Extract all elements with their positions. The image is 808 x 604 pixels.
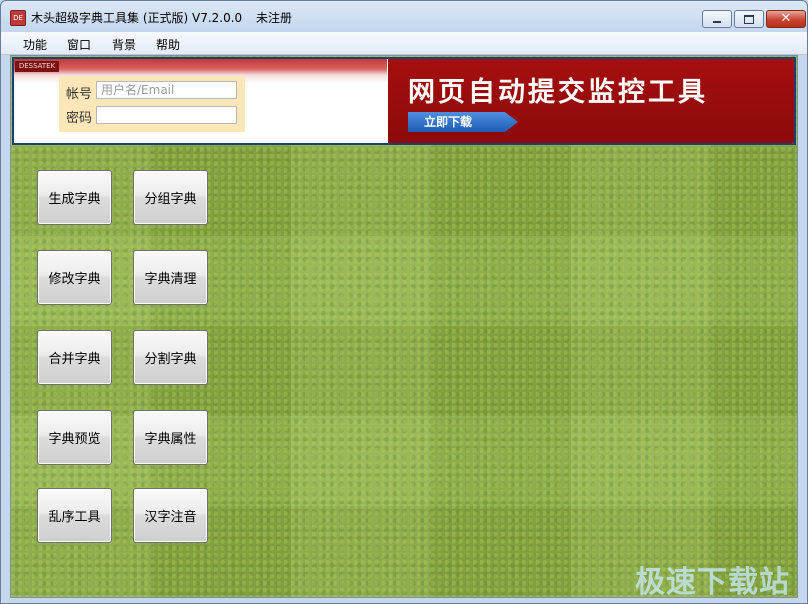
menu-background[interactable]: 背景 [112,36,136,53]
app-icon[interactable]: DE [10,10,26,26]
window-title: 木头超级字典工具集 (正式版) V7.2.0.0 [31,11,243,25]
ad-title: 网页自动提交监控工具 [408,77,708,108]
menu-window[interactable]: 窗口 [67,36,91,53]
password-label: 密码 [66,111,93,126]
group-dictionary-button[interactable]: 分组字典 [133,170,208,225]
registration-status: 未注册 [256,11,293,25]
pinyin-annotation-button[interactable]: 汉字注音 [133,488,208,543]
app-window: DE 木头超级字典工具集 (正式版) V7.2.0.0 未注册 ✕ 功能 窗口 … [0,0,808,604]
maximize-icon [744,14,754,24]
account-input[interactable] [96,81,237,99]
menu-help[interactable]: 帮助 [156,36,180,53]
ad-panel[interactable]: 网页自动提交监控工具 立即下载 [388,59,794,143]
site-watermark: 极速下载站 [635,565,790,600]
banner-logo: DESSATEK [15,61,59,72]
modify-dictionary-button[interactable]: 修改字典 [37,250,112,305]
preview-dictionary-button[interactable]: 字典预览 [37,410,112,465]
split-dictionary-button[interactable]: 分割字典 [133,330,208,385]
dictionary-properties-button[interactable]: 字典属性 [133,410,208,465]
shuffle-tool-button[interactable]: 乱序工具 [37,488,112,543]
ad-banner: DESSATEK 帐号 密码 网页自动提交监控工具 立即下载 [12,57,796,145]
maximize-button[interactable] [734,10,764,28]
title-bar[interactable]: DE 木头超级字典工具集 (正式版) V7.2.0.0 未注册 ✕ [1,1,807,31]
generate-dictionary-button[interactable]: 生成字典 [37,170,112,225]
merge-dictionary-button[interactable]: 合并字典 [37,330,112,385]
menu-function[interactable]: 功能 [23,36,47,53]
login-panel: DESSATEK 帐号 密码 [14,59,387,143]
minimize-button[interactable] [702,10,732,28]
main-workspace: DESSATEK 帐号 密码 网页自动提交监控工具 立即下载 生成字典 分组字典… [10,55,798,598]
clean-dictionary-button[interactable]: 字典清理 [133,250,208,305]
close-button[interactable]: ✕ [766,10,806,28]
password-input[interactable] [96,106,237,124]
account-label: 帐号 [66,87,93,102]
menu-bar: 功能 窗口 背景 帮助 [1,32,807,55]
minimize-icon [713,21,721,23]
download-now-button[interactable]: 立即下载 [408,112,518,132]
close-icon: ✕ [780,11,792,26]
login-form: 帐号 密码 [59,76,245,132]
